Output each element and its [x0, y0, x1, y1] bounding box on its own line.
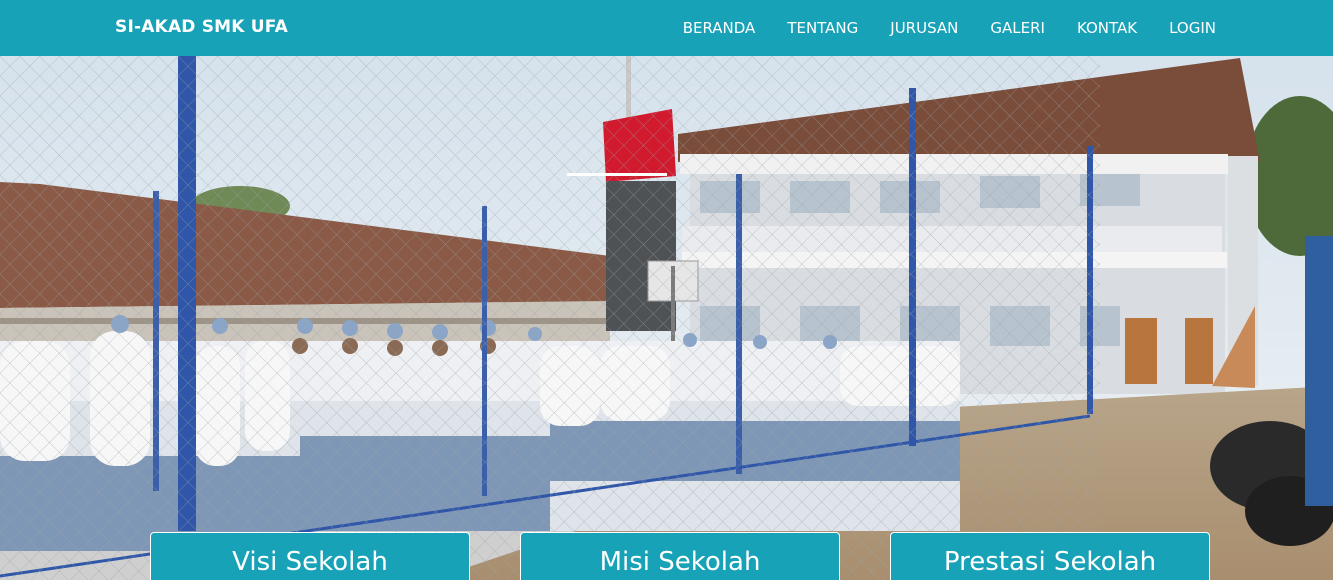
carousel-indicator-active[interactable] [567, 173, 667, 176]
visi-sekolah-card[interactable]: Visi Sekolah [150, 532, 470, 580]
nav-menu: BERANDA TENTANG JURUSAN GALERI KONTAK LO… [683, 0, 1216, 56]
hero-carousel [0, 56, 1333, 580]
nav-link-tentang[interactable]: TENTANG [787, 19, 858, 37]
navbar: SI-AKAD SMK UFA BERANDA TENTANG JURUSAN … [0, 0, 1333, 56]
nav-link-login[interactable]: LOGIN [1169, 19, 1216, 37]
nav-link-jurusan[interactable]: JURUSAN [890, 19, 958, 37]
prestasi-sekolah-card[interactable]: Prestasi Sekolah [890, 532, 1210, 580]
nav-link-beranda[interactable]: BERANDA [683, 19, 756, 37]
brand-logo-text[interactable]: SI-AKAD SMK UFA [115, 17, 288, 37]
hero-school-photo [0, 56, 1333, 580]
nav-link-kontak[interactable]: KONTAK [1077, 19, 1137, 37]
misi-sekolah-card[interactable]: Misi Sekolah [520, 532, 840, 580]
nav-link-galeri[interactable]: GALERI [990, 19, 1045, 37]
